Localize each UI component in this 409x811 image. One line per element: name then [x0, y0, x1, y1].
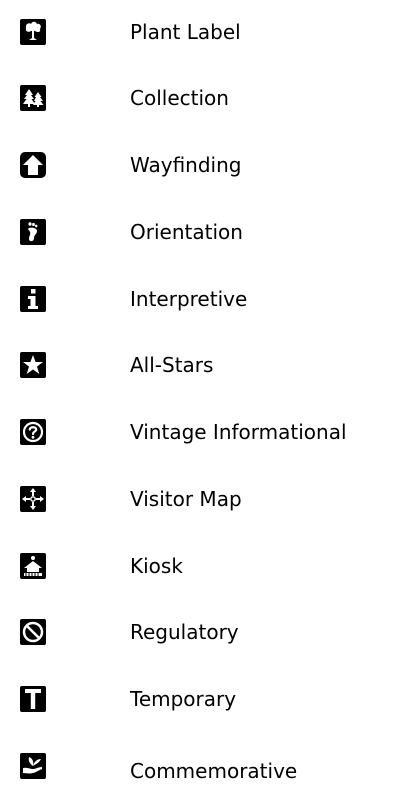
legend-item-label: Kiosk: [130, 554, 183, 578]
legend-item-label: Commemorative: [130, 759, 298, 783]
prohibited-icon: [19, 618, 47, 646]
legend-item-label: Regulatory: [130, 620, 239, 644]
legend-item-vintage-informational: Vintage Informational: [0, 416, 409, 456]
legend-item-orientation: Orientation: [0, 216, 409, 256]
legend-item-label: Orientation: [130, 220, 243, 244]
info-icon: [19, 285, 47, 313]
legend-item-label: Visitor Map: [130, 487, 242, 511]
kiosk-icon: [19, 552, 47, 580]
legend-item-all-stars: All-Stars: [0, 349, 409, 389]
legend-item-wayfinding: Wayfinding: [0, 149, 409, 189]
legend-item-plant-label: Plant Label: [0, 16, 409, 56]
legend-item-temporary: Temporary: [0, 683, 409, 723]
footprint-icon: [19, 218, 47, 246]
legend-item-kiosk: Kiosk: [0, 550, 409, 590]
legend-item-regulatory: Regulatory: [0, 616, 409, 656]
legend-item-label: Plant Label: [130, 20, 241, 44]
letter-t-icon: [19, 685, 47, 713]
legend-item-label: Temporary: [130, 687, 237, 711]
up-arrow-icon: [19, 151, 47, 179]
tree-icon: [19, 18, 47, 46]
legend-item-commemorative: Commemorative: [0, 750, 409, 790]
legend-item-collection: Collection: [0, 82, 409, 122]
question-circle-icon: [19, 418, 47, 446]
legend-item-label: All-Stars: [130, 353, 214, 377]
legend-item-visitor-map: Visitor Map: [0, 483, 409, 523]
legend-item-label: Interpretive: [130, 287, 248, 311]
legend-item-label: Vintage Informational: [130, 420, 347, 444]
star-icon: [19, 351, 47, 379]
evergreen-trees-icon: [19, 84, 47, 112]
compass-arrows-icon: [19, 485, 47, 513]
legend-item-interpretive: Interpretive: [0, 283, 409, 323]
legend-item-label: Collection: [130, 86, 229, 110]
legend-item-label: Wayfinding: [130, 153, 242, 177]
sign-type-legend: Plant Label Collection Wayfinding Orient…: [0, 0, 409, 811]
hand-plant-icon: [19, 752, 47, 780]
